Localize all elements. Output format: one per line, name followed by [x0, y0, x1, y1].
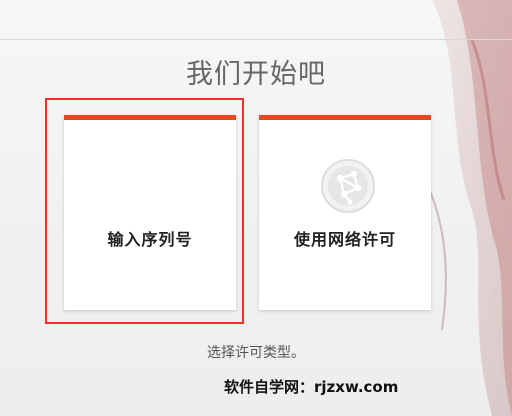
instruction-text: 选择许可类型。 — [207, 345, 305, 361]
use-network-license-card[interactable]: 使用网络许可 — [259, 115, 431, 310]
watermark-text: 软件自学网：rjzxw.com — [224, 378, 399, 396]
page-title: 我们开始吧 — [186, 59, 326, 90]
selection-highlight-frame — [45, 98, 244, 324]
use-network-license-label: 使用网络许可 — [293, 230, 396, 249]
header-divider — [0, 39, 512, 40]
network-globe-icon — [321, 159, 375, 213]
